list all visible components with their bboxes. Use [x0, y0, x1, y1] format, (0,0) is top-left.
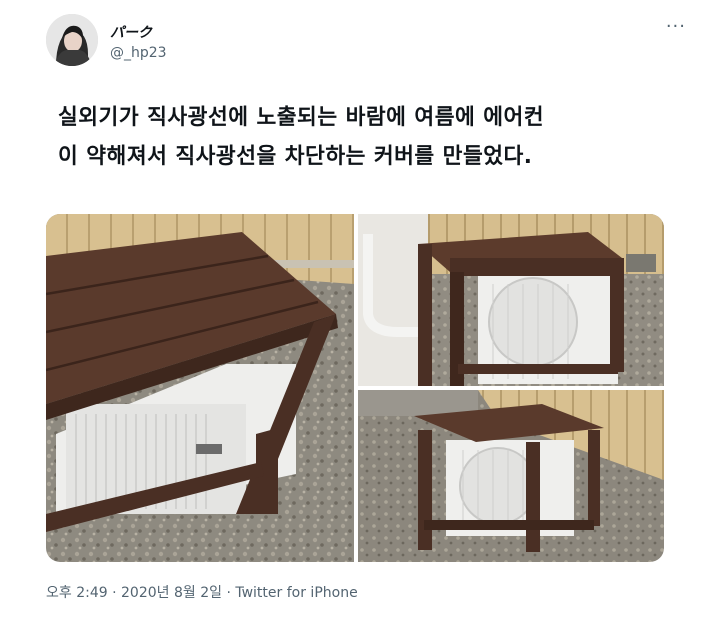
photo-1-image — [46, 214, 354, 562]
tweet-date[interactable]: 2020년 8월 2일 — [121, 585, 222, 601]
tweet-text-line-1: 실외기가 직사광선에 노출되는 바람에 여름에 에어컨 — [58, 105, 545, 130]
avatar-image — [46, 14, 98, 66]
tweet-text-line-2: 이 약해져서 직사광선을 차단하는 커버를 만들었다. — [58, 144, 533, 169]
avatar[interactable] — [46, 14, 98, 66]
photo-3[interactable] — [358, 390, 664, 562]
photo-2[interactable] — [358, 214, 664, 386]
photo-1[interactable] — [46, 214, 354, 562]
tweet-text: 실외기가 직사광선에 노출되는 바람에 여름에 에어컨 이 약해져서 직사광선을… — [58, 98, 678, 176]
meta-separator: · — [222, 585, 236, 601]
author-handle[interactable]: @_hp23 — [110, 45, 167, 61]
tweet-time[interactable]: 오후 2:49 — [46, 585, 108, 601]
photo-2-image — [358, 214, 664, 386]
tweet-header: パーク @_hp23 ··· — [46, 14, 686, 72]
media-grid — [46, 214, 664, 562]
more-options-icon[interactable]: ··· — [666, 16, 686, 37]
author-name[interactable]: パーク — [110, 22, 152, 42]
photo-3-image — [358, 390, 664, 562]
tweet-meta: 오후 2:49 · 2020년 8월 2일 · Twitter for iPho… — [46, 582, 358, 602]
meta-separator: · — [107, 585, 122, 601]
tweet-source[interactable]: Twitter for iPhone — [235, 585, 357, 601]
